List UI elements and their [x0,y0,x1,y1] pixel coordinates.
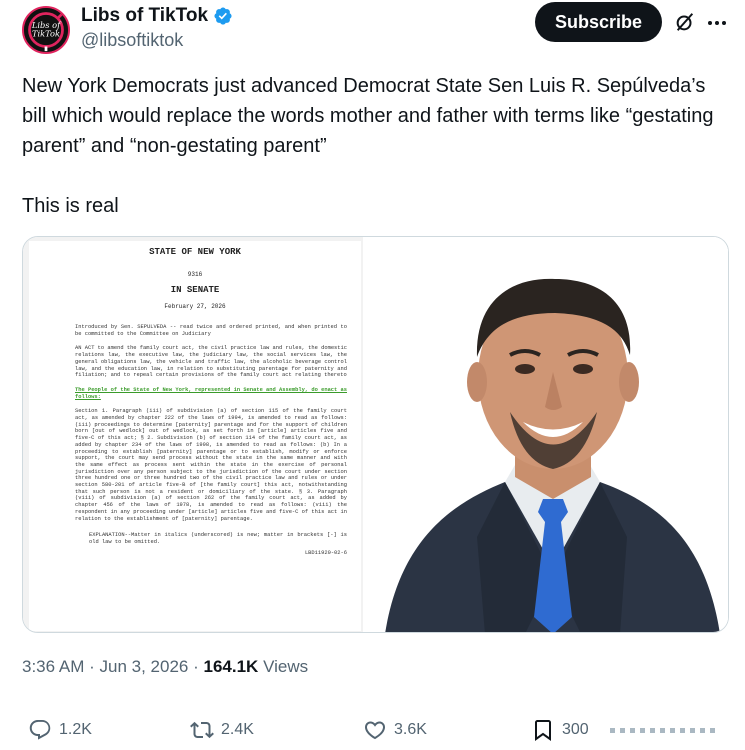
doc-chamber: IN SENATE [170,285,220,295]
name-row: Libs of TikTok [81,5,233,27]
bill-document-image[interactable]: STATE OF NEW YORK 9316 IN SENATE Februar… [23,237,365,632]
bill-page: STATE OF NEW YORK 9316 IN SENATE Februar… [29,241,361,631]
avatar-logo: Libs of TikTok [24,8,68,52]
doc-body: Section 1. Paragraph (iii) of subdivisio… [75,408,347,522]
reply-button[interactable]: 1.2K [28,718,92,742]
senator-photo[interactable] [365,237,728,632]
views-count: 164.1K [203,657,259,676]
share-icon [610,728,715,733]
bookmark-button[interactable]: 300 [531,718,589,742]
doc-date: February 27, 2026 [164,303,226,310]
doc-explanation: EXPLANATION--Matter in italics (undersco… [89,532,347,545]
grok-icon[interactable] [674,11,696,33]
doc-state-heading: STATE OF NEW YORK [149,247,241,257]
tweet-date[interactable]: Jun 3, 2026 [100,657,189,676]
like-count: 3.6K [394,721,427,738]
tweet-header: Libs of TikTok Libs of TikTok @libsoftik… [22,2,727,56]
bookmark-count: 300 [562,721,589,738]
svg-text:TikTok: TikTok [32,28,60,38]
doc-intro: Introduced by Sen. SEPULVEDA -- read twi… [75,324,347,337]
doc-bill-number: 9316 [187,271,203,278]
action-bar: 1.2K 2.4K 3.6K 300 [22,714,727,750]
tweet-meta: 3:36 AM · Jun 3, 2026 · 164.1K Views [22,657,308,677]
subscribe-button[interactable]: Subscribe [535,2,662,42]
views-label: Views [263,657,309,676]
display-name[interactable]: Libs of TikTok [81,5,208,27]
like-button[interactable]: 3.6K [363,718,427,742]
heart-icon [364,721,386,740]
more-icon[interactable] [706,12,728,34]
share-dots[interactable] [610,728,720,736]
reply-count: 1.2K [59,721,92,738]
doc-code: LBD11920-02-6 [304,549,347,556]
avatar[interactable]: Libs of TikTok [22,6,70,54]
tweet-text: New York Democrats just advanced Democra… [22,75,714,217]
reply-icon [29,720,51,740]
meta-separator: · [89,657,95,676]
bookmark-icon [535,720,551,741]
doc-act: AN ACT to amend the family court act, th… [75,345,347,379]
repost-count: 2.4K [221,721,254,738]
portrait-illustration [365,237,728,632]
repost-icon [190,721,214,739]
meta-separator: · [193,657,199,676]
tweet-media[interactable]: STATE OF NEW YORK 9316 IN SENATE Februar… [22,236,729,633]
doc-enacting-clause: The People of the State of New York, rep… [75,386,347,400]
repost-button[interactable]: 2.4K [190,718,254,742]
verified-badge-icon[interactable] [213,6,233,26]
user-handle[interactable]: @libsoftiktok [81,30,183,51]
tweet-time[interactable]: 3:36 AM [22,657,84,676]
